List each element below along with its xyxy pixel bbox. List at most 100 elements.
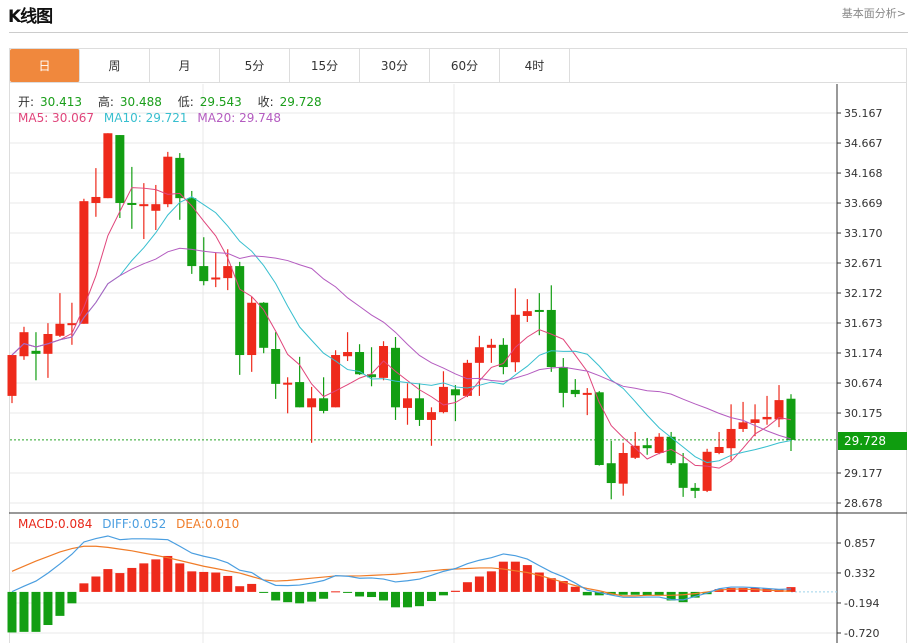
candle-body: [738, 422, 748, 429]
candle: [498, 338, 508, 375]
ma20-value: MA20: 29.748: [197, 111, 282, 125]
macd-bar: [486, 571, 496, 592]
candle-body: [31, 350, 41, 354]
candle: [67, 302, 77, 345]
macd-bar: [283, 591, 293, 603]
candle: [139, 183, 149, 240]
candle-body: [690, 487, 700, 491]
price-tick-label: 34.667: [844, 137, 883, 150]
candle: [582, 388, 592, 416]
candle: [510, 288, 520, 372]
price-tick-label: 32.172: [844, 287, 883, 300]
candle: [235, 261, 245, 375]
macd-bar: [450, 590, 460, 592]
candle-body: [55, 323, 65, 336]
candle-body: [582, 392, 592, 395]
candle-body: [510, 314, 520, 363]
macd-info: MACD:0.084 DIFF:0.052 DEA:0.010: [18, 517, 245, 531]
macd-bar: [235, 586, 245, 592]
price-tick-label: 33.170: [844, 227, 883, 240]
candle: [606, 440, 616, 500]
candle-body: [151, 204, 161, 211]
macd-bar: [343, 591, 353, 593]
candle-body: [654, 436, 664, 453]
candle: [187, 190, 197, 274]
candle-body: [726, 428, 736, 449]
macd-bar: [163, 555, 173, 592]
candle: [91, 168, 101, 217]
macd-bar: [199, 571, 209, 592]
candle: [786, 394, 796, 452]
candle-body: [474, 347, 484, 363]
ma5-value: MA5: 30.067: [18, 111, 95, 125]
macd-bar: [247, 583, 257, 592]
macd-bar: [91, 576, 101, 592]
macd-bar: [259, 591, 269, 593]
macd-bar: [307, 591, 317, 602]
macd-bar: [79, 583, 89, 592]
candle: [211, 252, 221, 288]
candle-body: [762, 416, 772, 420]
candle-body: [175, 157, 185, 199]
candle: [474, 335, 484, 396]
candle-body: [235, 266, 245, 356]
candle: [750, 404, 760, 437]
ohlc-info: 开: 30.413 高: 30.488 低: 29.543 收: 29.728: [18, 93, 334, 110]
low-value: 29.543: [199, 95, 242, 109]
diff-value: DIFF:0.052: [102, 517, 167, 531]
price-tick-label: 34.168: [844, 167, 883, 180]
candle: [570, 379, 580, 398]
candle-body: [379, 346, 389, 378]
candle-body: [714, 446, 724, 453]
candle-body: [247, 302, 257, 356]
high-value: 30.488: [119, 95, 162, 109]
candle: [486, 338, 496, 363]
candle: [546, 285, 556, 372]
candle: [79, 198, 89, 324]
candle-body: [283, 382, 293, 385]
price-tick-label: 31.174: [844, 347, 883, 360]
candle: [223, 249, 233, 291]
ma-info: MA5: 30.067 MA10: 29.721 MA20: 29.748: [18, 111, 287, 125]
ma5-line: [11, 187, 792, 469]
macd-bar: [151, 559, 161, 592]
candle: [127, 166, 137, 229]
candle-body: [534, 309, 544, 312]
macd-bar: [462, 582, 472, 592]
candle-body: [163, 156, 173, 205]
candle-body: [115, 135, 125, 203]
candle-body: [79, 201, 89, 324]
candle-body: [103, 133, 113, 199]
candle: [678, 452, 688, 497]
candle: [558, 358, 568, 408]
candle: [702, 448, 712, 493]
candle-body: [678, 463, 688, 488]
macd-bar: [630, 591, 640, 595]
macd-bar: [175, 563, 185, 592]
candle: [642, 437, 652, 455]
candle-body: [295, 382, 305, 408]
macd-bar: [367, 591, 377, 598]
candle-body: [750, 419, 760, 423]
dea-value: DEA:0.010: [176, 517, 240, 531]
candle-body: [414, 398, 424, 420]
candle-body: [319, 398, 329, 411]
ma10-value: MA10: 29.721: [103, 111, 188, 125]
macd-bar: [570, 586, 580, 592]
candle: [271, 332, 281, 399]
candle: [534, 293, 544, 336]
macd-bar: [31, 591, 41, 632]
candle: [307, 386, 317, 443]
macd-value: MACD:0.084: [18, 517, 93, 531]
candle: [199, 237, 209, 286]
candle-body: [702, 451, 712, 491]
macd-bar: [402, 591, 412, 608]
candle: [438, 371, 448, 414]
candle: [175, 153, 185, 220]
candle-body: [438, 386, 448, 413]
candle-body: [7, 355, 17, 396]
candle-body: [307, 398, 317, 408]
open-value: 30.413: [40, 95, 83, 109]
candle-body: [450, 389, 460, 396]
candle: [343, 332, 353, 362]
